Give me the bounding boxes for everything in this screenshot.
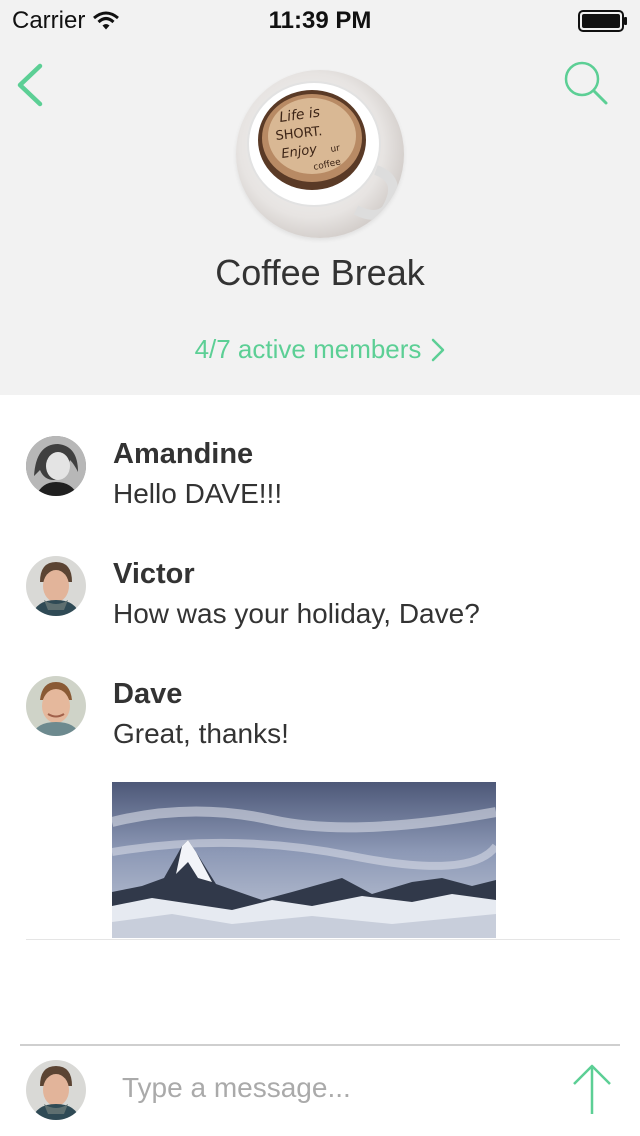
search-button[interactable] <box>560 58 612 108</box>
chat-screen: Carrier 11:39 PM Life is SHORT. Enjoy ur… <box>0 0 640 1136</box>
avatar[interactable] <box>26 436 86 496</box>
message-text: Hello DAVE!!! <box>113 478 283 509</box>
group-avatar[interactable]: Life is SHORT. Enjoy ur coffee <box>236 70 404 238</box>
avatar-image <box>26 676 86 736</box>
active-members-label: 4/7 active members <box>194 334 422 364</box>
message-input[interactable] <box>110 1064 540 1112</box>
chevron-right-icon <box>432 338 445 361</box>
message-item: Victor How was your holiday, Dave? <box>0 556 640 656</box>
status-bar: Carrier 11:39 PM <box>0 0 640 40</box>
message-sender: Dave <box>113 678 183 710</box>
avatar-image <box>26 556 86 616</box>
group-header: Carrier 11:39 PM Life is SHORT. Enjoy ur… <box>0 0 640 395</box>
image-attachment[interactable] <box>112 782 496 938</box>
message-item: Amandine Hello DAVE!!! <box>0 436 640 536</box>
message-sender: Victor <box>113 558 195 590</box>
active-members-link[interactable]: 4/7 active members <box>0 334 640 365</box>
coffee-cup-image: Life is SHORT. Enjoy ur coffee <box>247 81 399 220</box>
battery-icon <box>578 10 627 32</box>
current-user-avatar <box>26 1060 86 1120</box>
mountain-photo <box>112 782 496 938</box>
message-text: Great, thanks! <box>113 718 289 749</box>
group-name: Coffee Break <box>215 252 425 293</box>
avatar[interactable] <box>26 676 86 736</box>
message-item: Dave Great, thanks! <box>0 676 640 776</box>
back-button[interactable] <box>12 60 52 110</box>
message-sender: Amandine <box>113 438 254 470</box>
composer-divider <box>20 1044 620 1046</box>
chevron-left-icon <box>17 63 43 107</box>
avatar[interactable] <box>26 556 86 616</box>
avatar-image <box>26 1060 86 1120</box>
arrow-up-icon <box>573 1064 611 1114</box>
message-text: How was your holiday, Dave? <box>113 598 480 629</box>
status-time: 11:39 PM <box>268 7 372 34</box>
avatar-image <box>26 436 86 496</box>
send-button[interactable] <box>570 1062 614 1116</box>
divider <box>26 939 620 940</box>
search-icon <box>564 61 608 105</box>
